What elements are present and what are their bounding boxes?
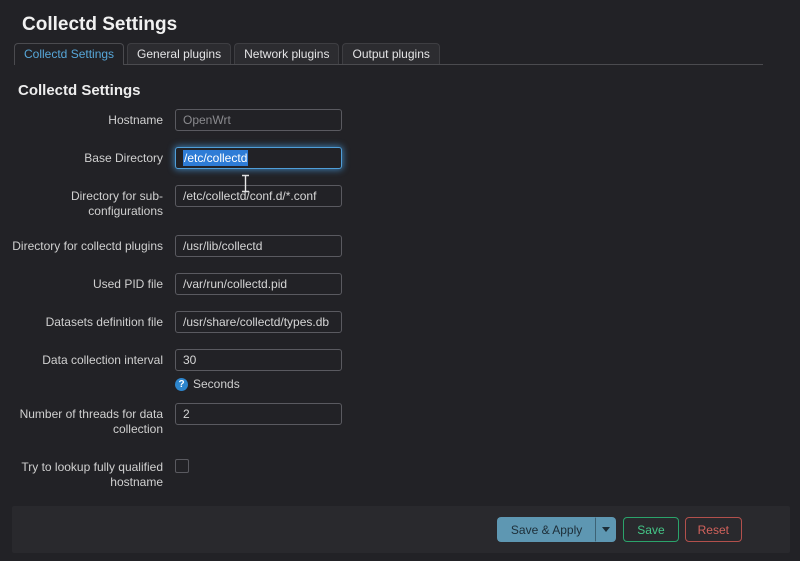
- tab-collectd-settings[interactable]: Collectd Settings: [14, 43, 124, 65]
- fqdn-lookup-checkbox[interactable]: [175, 459, 189, 473]
- datasets-file-input[interactable]: [175, 311, 342, 333]
- datasets-file-label: Datasets definition file: [10, 311, 163, 333]
- form-row-hostname: Hostname: [10, 109, 790, 131]
- settings-form: Hostname Base Directory /etc/collectd Di…: [10, 109, 790, 490]
- tab-network-plugins[interactable]: Network plugins: [234, 43, 339, 64]
- form-row-fqdn-lookup: Try to lookup fully qualified hostname: [10, 456, 790, 490]
- base-directory-input[interactable]: /etc/collectd: [175, 147, 342, 169]
- page: Collectd Settings Collectd Settings Gene…: [0, 14, 800, 553]
- page-title: Collectd Settings: [22, 14, 790, 36]
- form-row-interval: Data collection interval ? Seconds: [10, 349, 790, 391]
- plugins-directory-label: Directory for collectd plugins: [10, 235, 163, 257]
- chevron-down-icon: [602, 527, 610, 532]
- hostname-input[interactable]: [175, 109, 342, 131]
- tab-bar: Collectd Settings General plugins Networ…: [14, 45, 763, 65]
- tab-output-plugins[interactable]: Output plugins: [342, 43, 439, 64]
- form-row-threads: Number of threads for data collection: [10, 403, 790, 437]
- subconfig-directory-label: Directory for sub-configurations: [10, 185, 163, 219]
- pid-file-input[interactable]: [175, 273, 342, 295]
- reset-button[interactable]: Reset: [685, 517, 742, 542]
- tab-general-plugins[interactable]: General plugins: [127, 43, 231, 64]
- form-row-pid-file: Used PID file: [10, 273, 790, 295]
- action-bar: Save & Apply Save Reset: [12, 506, 790, 553]
- save-apply-dropdown-button[interactable]: [595, 517, 616, 542]
- save-apply-button[interactable]: Save & Apply: [497, 517, 595, 542]
- fqdn-lookup-label: Try to lookup fully qualified hostname: [10, 456, 163, 490]
- pid-file-label: Used PID file: [10, 273, 163, 295]
- section-heading: Collectd Settings: [18, 82, 790, 99]
- form-row-plugins-directory: Directory for collectd plugins: [10, 235, 790, 257]
- subconfig-directory-input[interactable]: [175, 185, 342, 207]
- form-row-base-directory: Base Directory /etc/collectd: [10, 147, 790, 169]
- selected-text: /etc/collectd: [183, 150, 248, 166]
- interval-input[interactable]: [175, 349, 342, 371]
- threads-input[interactable]: [175, 403, 342, 425]
- save-apply-split-button: Save & Apply: [497, 517, 616, 542]
- threads-label: Number of threads for data collection: [10, 403, 163, 437]
- hostname-label: Hostname: [10, 109, 163, 131]
- interval-label: Data collection interval: [10, 349, 163, 391]
- help-icon: ?: [175, 378, 188, 391]
- plugins-directory-input[interactable]: [175, 235, 342, 257]
- interval-hint: ? Seconds: [175, 377, 342, 391]
- base-directory-label: Base Directory: [10, 147, 163, 169]
- interval-hint-text: Seconds: [193, 377, 240, 391]
- form-row-datasets-file: Datasets definition file: [10, 311, 790, 333]
- save-button[interactable]: Save: [623, 517, 678, 542]
- form-row-subconfig-directory: Directory for sub-configurations: [10, 185, 790, 219]
